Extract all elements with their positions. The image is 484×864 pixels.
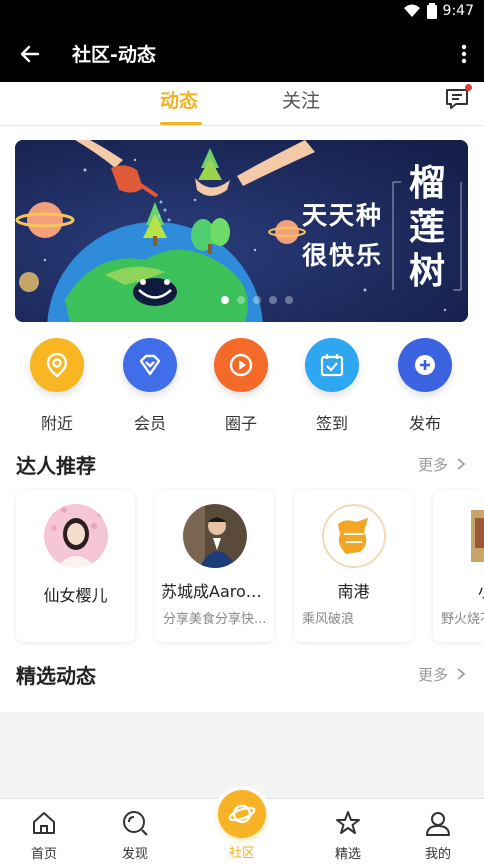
- back-arrow-icon[interactable]: [16, 40, 44, 68]
- quick-action-label: 签到: [315, 414, 348, 433]
- expert-card[interactable]: 南港 乘风破浪: [294, 490, 413, 642]
- banner-slogan-2: 很快乐: [302, 241, 384, 270]
- home-icon: [33, 812, 55, 834]
- quick-action-label: 会员: [133, 414, 166, 433]
- quick-action-nearby[interactable]: 附近: [22, 338, 92, 434]
- expert-card[interactable]: 苏城成Aaron... 分享美食分享快...: [155, 490, 274, 642]
- avatar: [183, 504, 247, 568]
- nav-label: 我的: [424, 847, 451, 862]
- quick-action-label: 圈子: [224, 414, 257, 433]
- chevron-right-icon: [457, 668, 466, 680]
- expert-name: 仙女樱儿: [43, 586, 108, 605]
- quick-action-member[interactable]: 会员: [115, 338, 185, 434]
- nav-featured[interactable]: 精选: [318, 809, 378, 862]
- nav-community[interactable]: [218, 790, 266, 838]
- featured-more-link[interactable]: 更多: [418, 664, 467, 685]
- expert-card[interactable]: 小 野火烧不: [433, 490, 484, 642]
- nav-label: 首页: [30, 847, 57, 862]
- nav-label-community: 社区: [228, 846, 255, 861]
- expert-desc: 分享美食分享快...: [163, 612, 267, 627]
- diamond-icon: [123, 338, 177, 392]
- banner-title: 榴莲树: [408, 163, 445, 292]
- expert-card[interactable]: 仙女樱儿: [16, 490, 135, 642]
- discover-icon: [123, 811, 148, 836]
- page-dot: [285, 296, 293, 304]
- section-title-featured: 精选动态: [16, 664, 96, 688]
- expert-desc: 野火烧不: [441, 612, 484, 627]
- page-title: 社区-动态: [72, 44, 156, 66]
- page-dot: [237, 296, 245, 304]
- quick-action-publish[interactable]: 发布: [390, 338, 460, 434]
- quick-action-checkin[interactable]: 签到: [297, 338, 367, 434]
- experts-more-link[interactable]: 更多: [418, 454, 467, 475]
- tab-bar: 动态 关注: [0, 82, 484, 126]
- wifi-icon: [403, 4, 420, 17]
- tab-dynamics[interactable]: 动态: [160, 86, 198, 113]
- banner-illustration: [15, 140, 468, 322]
- nav-mine[interactable]: 我的: [408, 809, 468, 862]
- star-icon: [336, 811, 360, 834]
- play-icon: [214, 338, 268, 392]
- quick-action-label: 附近: [40, 414, 73, 433]
- expert-name: 苏城成Aaron...: [161, 582, 272, 601]
- banner-page-indicator: [221, 296, 293, 304]
- calendar-check-icon: [305, 338, 359, 392]
- plus-icon: [398, 338, 452, 392]
- unread-dot: [465, 84, 472, 91]
- more-vert-icon[interactable]: [456, 40, 472, 68]
- avatar: [322, 504, 386, 568]
- tab-following[interactable]: 关注: [282, 86, 320, 113]
- active-tab-indicator: [160, 122, 202, 125]
- page-dot-active: [221, 296, 229, 304]
- community-planet-icon: [228, 804, 256, 824]
- status-time: 9:47: [442, 3, 474, 19]
- more-label: 更多: [418, 456, 449, 474]
- user-icon: [426, 812, 450, 836]
- quick-action-circle[interactable]: 圈子: [206, 338, 276, 434]
- battery-icon: [426, 3, 437, 19]
- avatar: [471, 510, 484, 562]
- nav-discover[interactable]: 发现: [105, 809, 165, 862]
- more-label: 更多: [418, 666, 449, 684]
- expert-desc: 乘风破浪: [302, 612, 355, 627]
- banner[interactable]: 天天种 很快乐 榴莲树: [15, 140, 468, 322]
- page-dot: [269, 296, 277, 304]
- page-dot: [253, 296, 261, 304]
- expert-name: 南港: [337, 582, 370, 601]
- nav-label: 发现: [121, 847, 148, 862]
- chevron-right-icon: [457, 458, 466, 470]
- nav-label: 精选: [334, 847, 361, 862]
- location-icon: [30, 338, 84, 392]
- expert-name: 小: [478, 578, 484, 602]
- app-bar: 社区-动态: [0, 26, 484, 82]
- nav-home[interactable]: 首页: [14, 809, 74, 862]
- avatar: [44, 504, 108, 568]
- banner-slogan-1: 天天种: [302, 201, 384, 230]
- status-bar: 9:47: [0, 0, 484, 26]
- section-title-experts: 达人推荐: [16, 454, 96, 478]
- quick-action-label: 发布: [408, 414, 441, 433]
